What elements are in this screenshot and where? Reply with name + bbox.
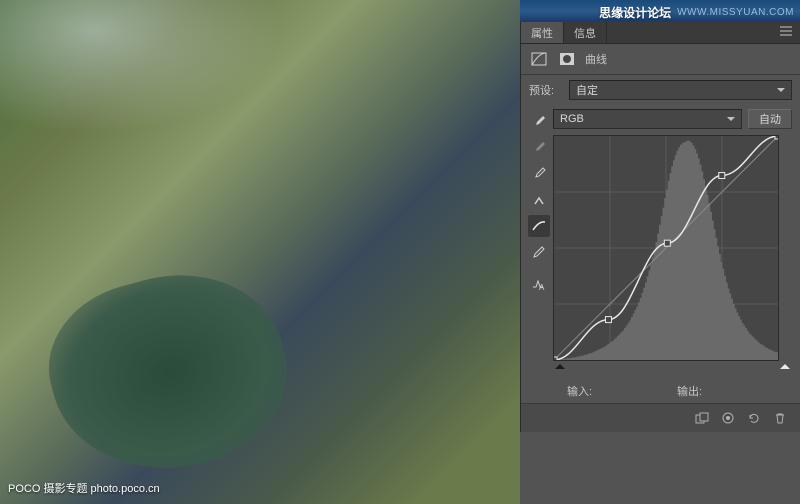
- adjustment-icon[interactable]: [529, 50, 549, 68]
- io-readout: 输入: 输出:: [521, 377, 800, 403]
- properties-panel: 属性 信息 曲线 预设: 自定: [520, 22, 800, 432]
- tab-properties[interactable]: 属性: [521, 22, 564, 43]
- tab-info[interactable]: 信息: [564, 22, 607, 43]
- trash-icon[interactable]: [768, 409, 792, 427]
- input-label: 输入:: [567, 383, 592, 399]
- curves-main: RGB 自动: [553, 109, 792, 373]
- curve-sliders: [553, 361, 792, 373]
- watermark-footer: POCO 摄影专题 photo.poco.cn: [8, 480, 160, 496]
- white-point-slider[interactable]: [780, 359, 790, 369]
- black-point-slider[interactable]: [555, 359, 565, 369]
- panel-tabs: 属性 信息: [521, 22, 800, 44]
- curves-sidebar: A: [525, 109, 553, 373]
- watermark-header: 思缘设计论坛 WWW.MISSYUAN.COM: [599, 4, 794, 21]
- channel-select[interactable]: RGB: [553, 109, 742, 129]
- clip-toggle-icon[interactable]: [690, 409, 714, 427]
- mask-icon[interactable]: [557, 50, 577, 68]
- auto-button[interactable]: 自动: [748, 109, 792, 129]
- pencil-tool-icon[interactable]: [528, 241, 550, 263]
- curves-graph[interactable]: [553, 135, 779, 361]
- preset-value: 自定: [576, 82, 598, 98]
- eyedropper-black-icon[interactable]: [528, 111, 550, 133]
- panel-title: 曲线: [585, 51, 607, 67]
- preset-row: 预设: 自定: [521, 75, 800, 105]
- eyedropper-gray-icon[interactable]: [528, 137, 550, 159]
- adjustment-subheader: 曲线: [521, 44, 800, 75]
- watermark-url: WWW.MISSYUAN.COM: [677, 7, 794, 18]
- channel-value: RGB: [560, 113, 584, 125]
- targeted-adjust-icon[interactable]: [528, 189, 550, 211]
- watermark-text: 思缘设计论坛: [599, 4, 671, 21]
- reset-icon[interactable]: [742, 409, 766, 427]
- canvas-image: [0, 0, 520, 504]
- output-label: 输出:: [677, 383, 702, 399]
- panel-footer: [521, 403, 800, 432]
- panel-menu-icon[interactable]: [772, 26, 800, 39]
- preset-select[interactable]: 自定: [569, 80, 792, 100]
- preset-label: 预设:: [529, 82, 561, 98]
- view-previous-icon[interactable]: [716, 409, 740, 427]
- svg-text:A: A: [539, 283, 545, 291]
- curve-point-tool-icon[interactable]: [528, 215, 550, 237]
- smooth-tool-icon[interactable]: A: [528, 273, 550, 295]
- eyedropper-white-icon[interactable]: [528, 163, 550, 185]
